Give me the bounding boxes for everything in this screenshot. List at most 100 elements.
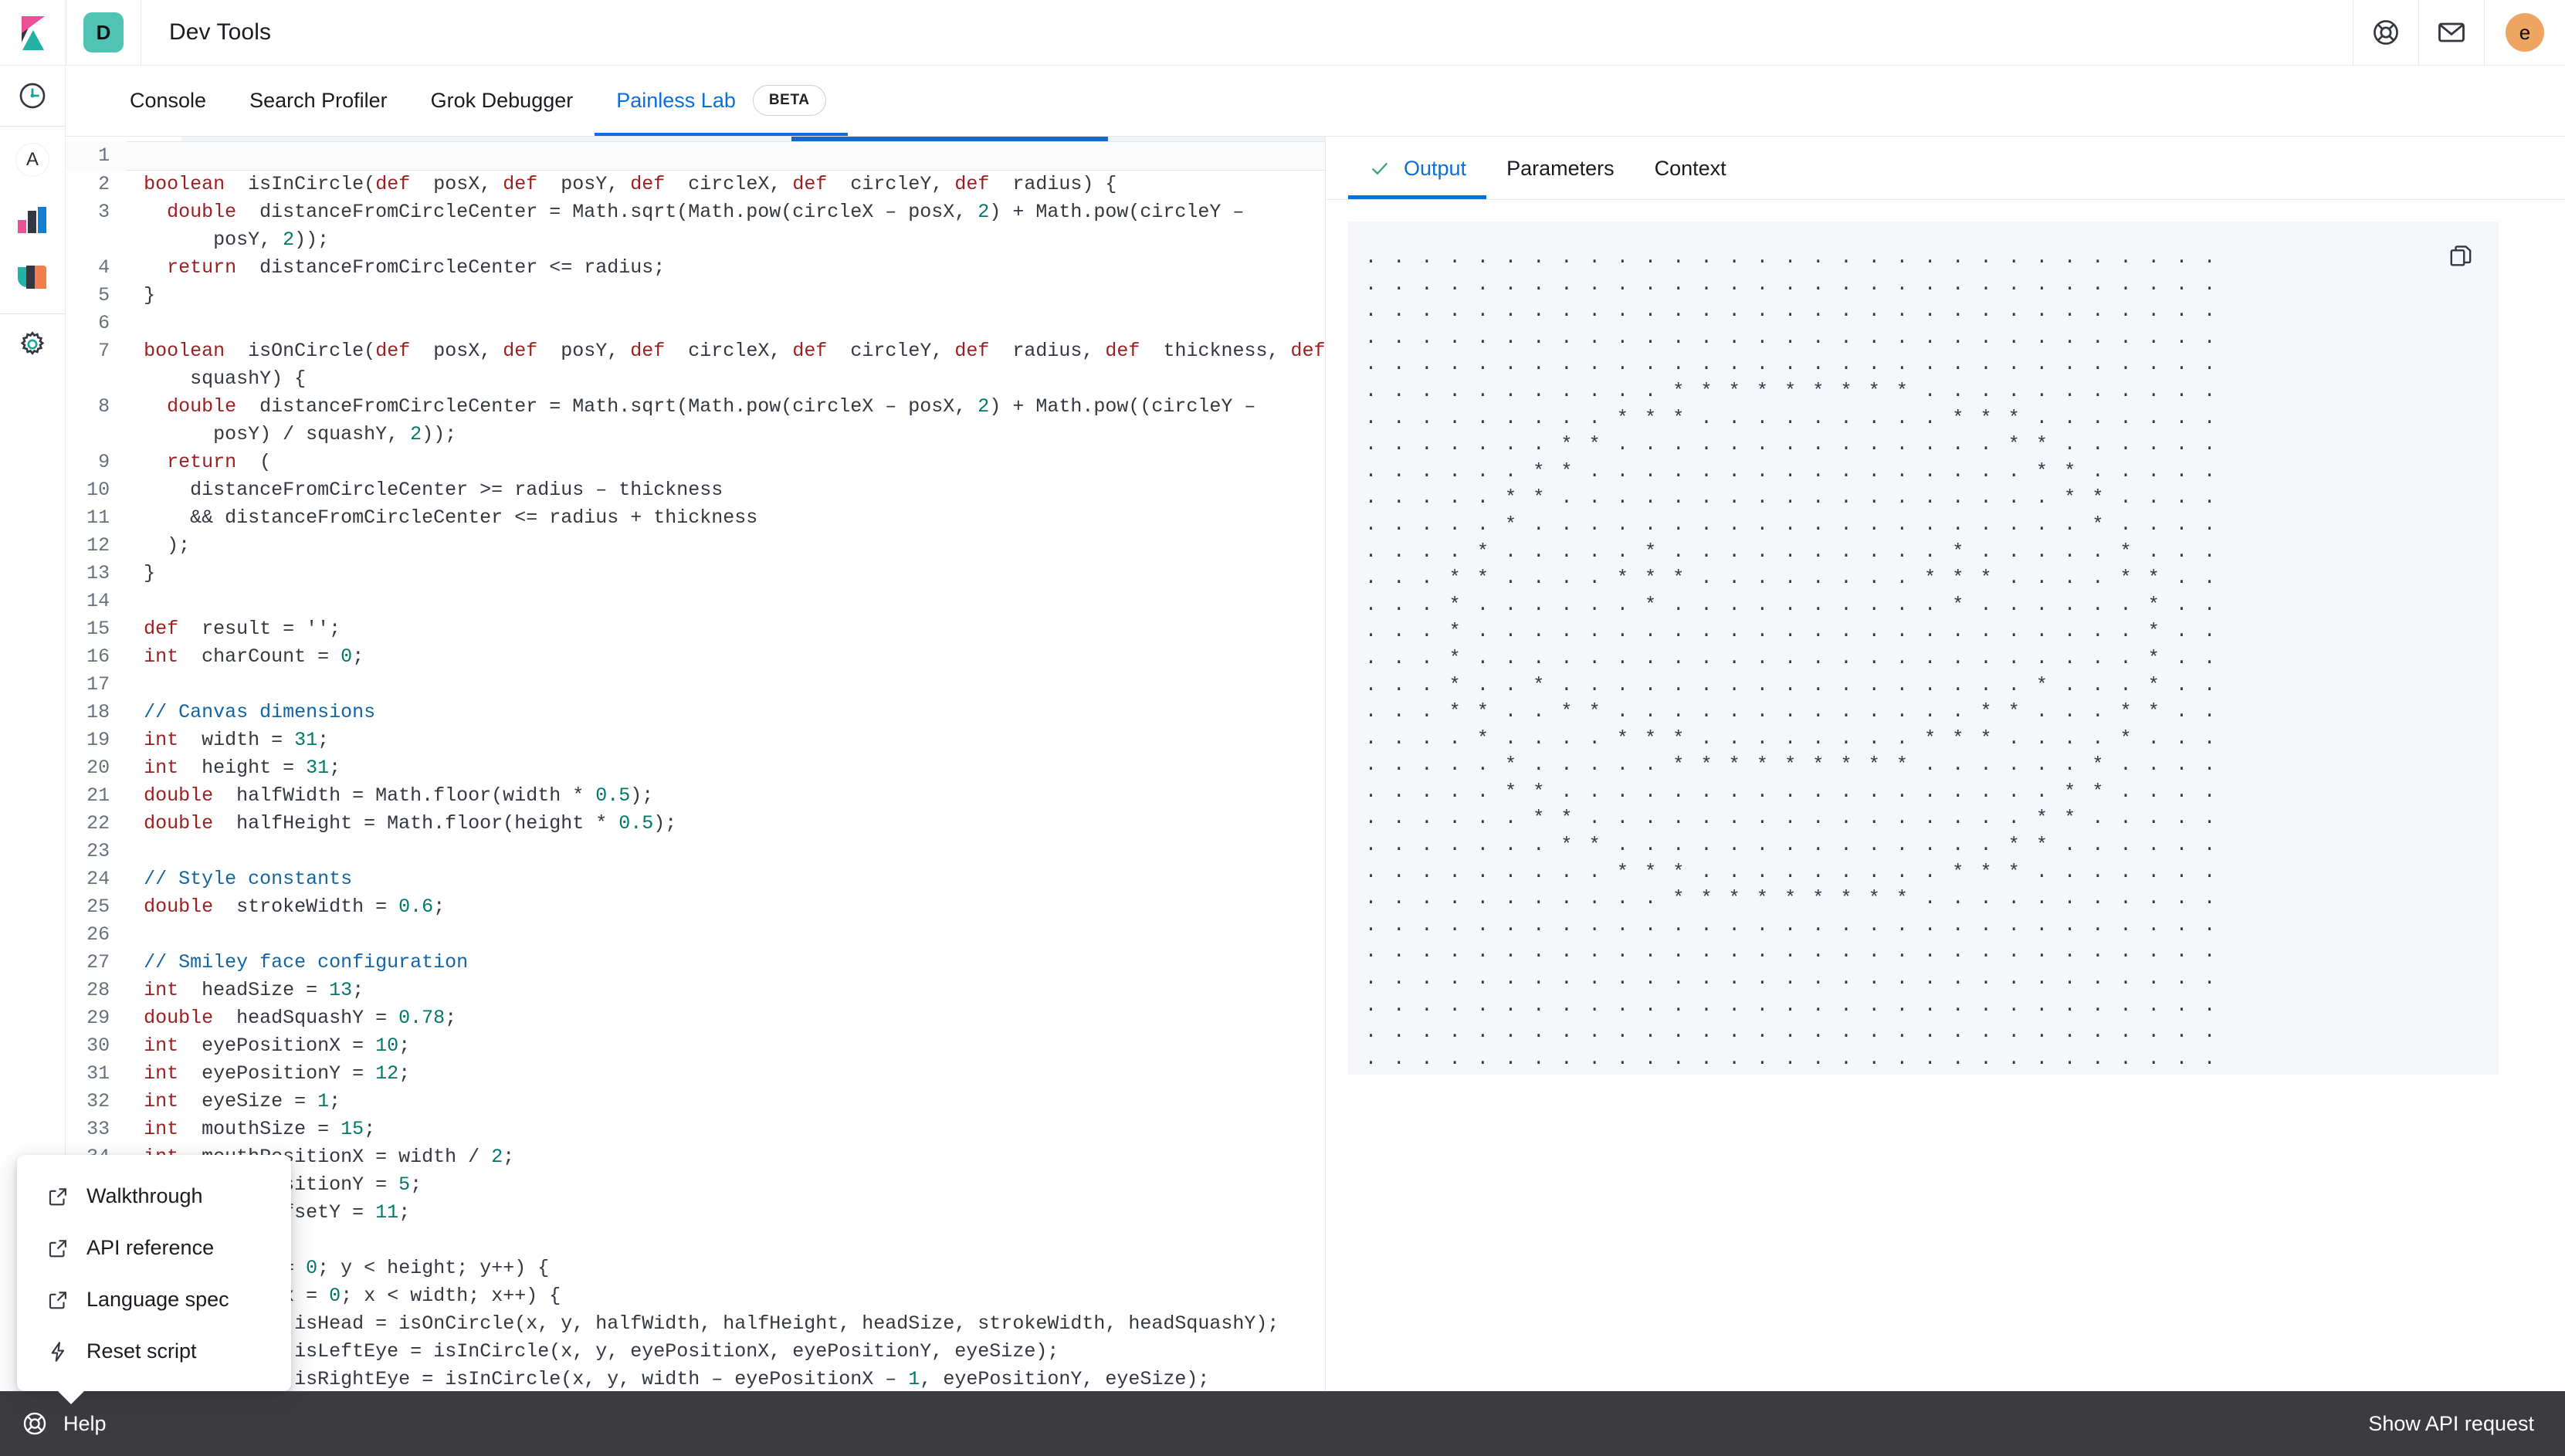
code-text[interactable]: int charCount = 0; <box>127 643 1325 671</box>
code-line[interactable]: 11 && distanceFromCircleCenter <= radius… <box>66 504 1326 532</box>
tab-search-profiler[interactable]: Search Profiler <box>228 65 409 136</box>
code-line[interactable]: 5} <box>66 282 1326 310</box>
code-text[interactable]: boolean isHead = isOnCircle(x, y, halfWi… <box>127 1310 1325 1338</box>
code-text[interactable]: int eyePositionX = 10; <box>127 1032 1325 1060</box>
sidebar-item-observability[interactable] <box>0 250 66 310</box>
code-text[interactable]: double strokeWidth = 0.6; <box>127 893 1325 921</box>
tab-parameters[interactable]: Parameters <box>1486 137 1635 199</box>
code-line[interactable]: 18// Canvas dimensions <box>66 699 1326 726</box>
code-line[interactable]: 24// Style constants <box>66 865 1326 893</box>
code-text[interactable]: int width = 31; <box>127 726 1325 754</box>
tab-painless-lab[interactable]: Painless Lab BETA <box>595 65 847 136</box>
code-line[interactable]: 7boolean isOnCircle(def posX, def posY, … <box>66 337 1326 365</box>
code-text[interactable]: int mouthPositionX = width / 2; <box>127 1143 1325 1171</box>
code-text[interactable]: int headSize = 13; <box>127 977 1325 1004</box>
code-text[interactable] <box>127 838 1325 865</box>
code-text[interactable]: for (int y = 0; y < height; y++) { <box>127 1255 1325 1282</box>
code-text[interactable]: ); <box>127 532 1325 560</box>
sidebar-item-apm[interactable]: A <box>0 130 66 190</box>
code-text[interactable]: boolean isOnCircle(def posX, def posY, d… <box>127 337 1325 365</box>
code-text[interactable] <box>127 921 1325 949</box>
code-text[interactable] <box>127 587 1325 615</box>
code-line[interactable]: 3 double distanceFromCircleCenter = Math… <box>66 198 1326 226</box>
code-line[interactable]: 2boolean isInCircle(def posX, def posY, … <box>66 171 1326 199</box>
sidebar-item-management[interactable] <box>0 314 66 374</box>
code-line[interactable]: 15def result = ''; <box>66 615 1326 643</box>
code-line[interactable]: 33int mouthSize = 15; <box>66 1116 1326 1143</box>
code-text[interactable]: } <box>127 560 1325 587</box>
code-line[interactable]: 27// Smiley face configuration <box>66 949 1326 977</box>
sidebar-item-recently-viewed[interactable] <box>0 66 66 126</box>
code-line[interactable]: 16int charCount = 0; <box>66 643 1326 671</box>
tab-context[interactable]: Context <box>1635 137 1747 199</box>
show-api-request-button[interactable]: Show API request <box>2368 1412 2534 1436</box>
elastic-logo-button[interactable] <box>0 0 66 66</box>
code-text[interactable]: double halfHeight = Math.floor(height * … <box>127 810 1325 838</box>
sidebar-item-analytics[interactable] <box>0 190 66 250</box>
space-avatar-button[interactable]: D <box>83 12 124 52</box>
code-text[interactable]: // Smiley face configuration <box>127 949 1325 977</box>
code-text[interactable]: return distanceFromCircleCenter <= radiu… <box>127 254 1325 282</box>
code-text[interactable]: double distanceFromCircleCenter = Math.s… <box>127 393 1325 421</box>
code-line[interactable]: 12 ); <box>66 532 1326 560</box>
code-line[interactable]: 28int headSize = 13; <box>66 977 1326 1004</box>
code-line[interactable]: 9 return ( <box>66 449 1326 476</box>
code-line[interactable]: 13} <box>66 560 1326 587</box>
code-text[interactable]: int mouthOffsetY = 11; <box>127 1199 1325 1227</box>
code-line[interactable]: 31int eyePositionY = 12; <box>66 1060 1326 1088</box>
code-line[interactable]: 23 <box>66 838 1326 865</box>
code-line[interactable]: 30int eyePositionX = 10; <box>66 1032 1326 1060</box>
code-text[interactable]: int mouthPositionY = 5; <box>127 1171 1325 1199</box>
code-text[interactable]: boolean isRightEye = isInCircle(x, y, wi… <box>127 1366 1325 1391</box>
code-text[interactable]: int height = 31; <box>127 754 1325 782</box>
code-line[interactable]: 19int width = 31; <box>66 726 1326 754</box>
user-menu-button[interactable]: e <box>2485 0 2565 66</box>
code-text[interactable] <box>127 142 1325 171</box>
help-menu-button[interactable] <box>2353 0 2418 66</box>
help-button[interactable]: Help <box>22 1410 107 1437</box>
notifications-button[interactable] <box>2419 0 2484 66</box>
code-text[interactable]: int eyeSize = 1; <box>127 1088 1325 1116</box>
code-line[interactable]: 17 <box>66 671 1326 699</box>
code-text[interactable]: return ( <box>127 449 1325 476</box>
code-line[interactable]: 26 <box>66 921 1326 949</box>
code-line[interactable]: 21double halfWidth = Math.floor(width * … <box>66 782 1326 810</box>
code-text[interactable]: double distanceFromCircleCenter = Math.s… <box>127 198 1325 226</box>
menu-item-reset-script[interactable]: Reset script <box>17 1326 291 1377</box>
code-text[interactable]: squashY) { <box>127 365 1325 393</box>
code-text[interactable]: int eyePositionY = 12; <box>127 1060 1325 1088</box>
code-text[interactable] <box>127 1227 1325 1255</box>
copy-output-button[interactable] <box>2443 239 2479 274</box>
code-line[interactable]: 32int eyeSize = 1; <box>66 1088 1326 1116</box>
code-text[interactable]: // Style constants <box>127 865 1325 893</box>
code-text[interactable]: posY, 2)); <box>127 226 1325 254</box>
code-line[interactable]: 8 double distanceFromCircleCenter = Math… <box>66 393 1326 421</box>
code-line[interactable]: 10 distanceFromCircleCenter >= radius – … <box>66 476 1326 504</box>
code-text[interactable]: int mouthSize = 15; <box>127 1116 1325 1143</box>
code-line[interactable]: 29double headSquashY = 0.78; <box>66 1004 1326 1032</box>
code-text[interactable]: // Canvas dimensions <box>127 699 1325 726</box>
code-text[interactable]: distanceFromCircleCenter >= radius – thi… <box>127 476 1325 504</box>
code-text[interactable]: boolean isInCircle(def posX, def posY, d… <box>127 171 1325 199</box>
code-text[interactable]: double halfWidth = Math.floor(width * 0.… <box>127 782 1325 810</box>
code-line[interactable]: 25double strokeWidth = 0.6; <box>66 893 1326 921</box>
code-text[interactable]: double headSquashY = 0.78; <box>127 1004 1325 1032</box>
code-line[interactable]: 22double halfHeight = Math.floor(height … <box>66 810 1326 838</box>
code-text[interactable] <box>127 671 1325 699</box>
code-text[interactable]: } <box>127 282 1325 310</box>
code-line[interactable]: posY) / squashY, 2)); <box>66 421 1326 449</box>
code-text[interactable]: def result = ''; <box>127 615 1325 643</box>
menu-item-api-reference[interactable]: API reference <box>17 1222 291 1274</box>
tab-console[interactable]: Console <box>108 65 228 136</box>
tab-grok-debugger[interactable]: Grok Debugger <box>409 65 595 136</box>
code-line[interactable]: 6 <box>66 310 1326 337</box>
menu-item-walkthrough[interactable]: Walkthrough <box>17 1170 291 1222</box>
tab-output[interactable]: Output <box>1348 137 1486 199</box>
code-text[interactable]: && distanceFromCircleCenter <= radius + … <box>127 504 1325 532</box>
code-line[interactable]: squashY) { <box>66 365 1326 393</box>
menu-item-language-spec[interactable]: Language spec <box>17 1274 291 1326</box>
code-text[interactable]: boolean isLeftEye = isInCircle(x, y, eye… <box>127 1338 1325 1366</box>
code-line[interactable]: 4 return distanceFromCircleCenter <= rad… <box>66 254 1326 282</box>
code-text[interactable]: for (int x = 0; x < width; x++) { <box>127 1282 1325 1310</box>
code-line[interactable]: 14 <box>66 587 1326 615</box>
